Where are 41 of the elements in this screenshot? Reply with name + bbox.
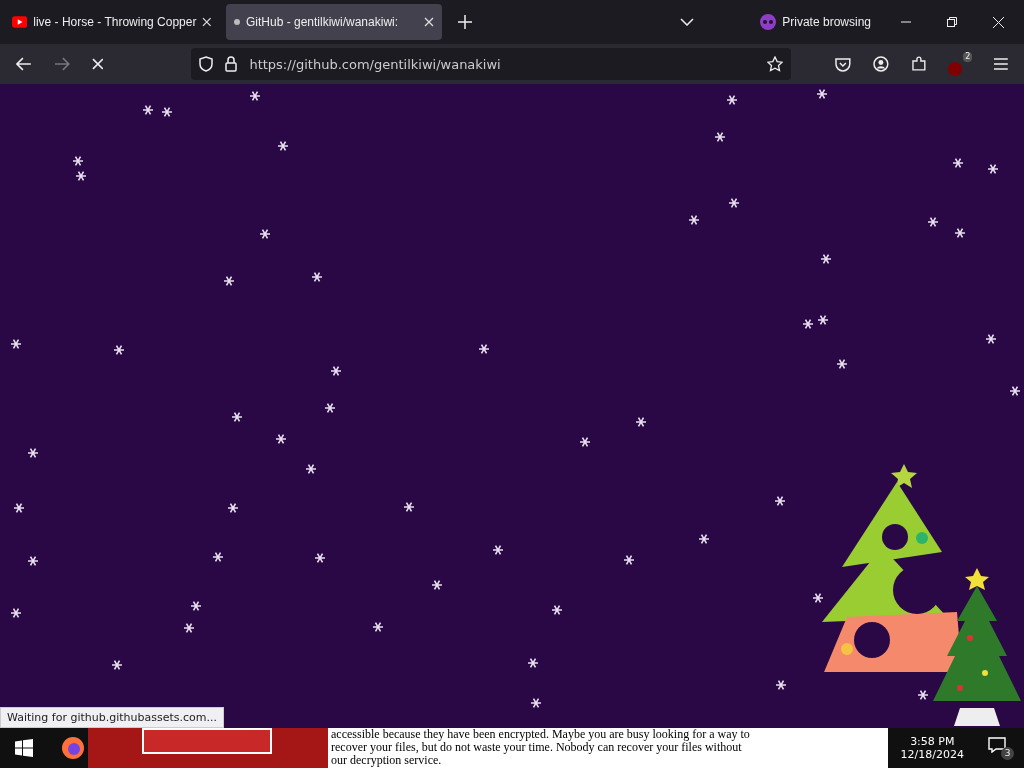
close-icon[interactable] — [424, 17, 434, 27]
close-icon[interactable] — [993, 16, 1004, 28]
new-tab-icon[interactable] — [458, 15, 472, 29]
star-icon[interactable] — [767, 56, 784, 72]
browser-tab[interactable]: live - Horse - Throwing Copper — [4, 4, 220, 40]
extension-badge: 2 — [963, 52, 973, 62]
back-arrow-icon[interactable] — [16, 57, 32, 71]
menu-icon[interactable] — [994, 58, 1008, 70]
stop-icon[interactable] — [91, 58, 104, 70]
browser-tab[interactable]: GitHub - gentilkiwi/wanakiwi: — [226, 4, 442, 40]
shield-icon — [199, 56, 214, 72]
browser-app-icon[interactable] — [61, 736, 85, 760]
extension-icon — [948, 62, 963, 76]
address-bar[interactable]: https://github.com/gentilkiwi/wanakiwi — [191, 48, 792, 80]
mask-icon — [760, 14, 777, 30]
puzzle-icon[interactable] — [910, 56, 927, 72]
status-text: Waiting for github.githubassets.com... — [0, 707, 224, 728]
speech-bubble-icon — [988, 736, 1006, 753]
loading-dot-icon — [234, 19, 240, 25]
extension-button[interactable]: 2 — [948, 52, 973, 76]
clock-date: 12/18/2024 — [900, 748, 964, 761]
clock-time: 3:58 PM — [910, 735, 955, 748]
windows-logo-icon[interactable] — [15, 739, 33, 757]
private-browsing-label: Private browsing — [782, 15, 871, 29]
message-line: accessible because they have been encrypted. Maybe you are busy looking for a way to — [331, 728, 750, 741]
pocket-icon[interactable] — [835, 56, 851, 72]
forward-arrow-icon[interactable] — [53, 57, 70, 71]
message-line: our decryption service. — [331, 754, 443, 767]
account-icon[interactable] — [872, 56, 889, 72]
notification-button[interactable]: 3 — [988, 736, 1014, 760]
tab-title: live - Horse - Throwing Copper — [33, 15, 197, 29]
notification-count: 3 — [1001, 746, 1014, 760]
tab-title: GitHub - gentilkiwi/wanakiwi: — [246, 15, 400, 29]
taskbar-clock[interactable]: 3:58 PM 12/18/2024 — [900, 735, 964, 761]
close-icon[interactable] — [202, 17, 212, 27]
play-logo-icon — [12, 16, 28, 28]
restore-icon[interactable] — [947, 17, 957, 27]
lock-icon — [225, 56, 238, 72]
url-text: https://github.com/gentilkiwi/wanakiwi — [249, 56, 502, 72]
message-line: recover your files, but do not waste your time. Nobody can recover your files without — [331, 741, 743, 754]
chevron-down-icon[interactable] — [680, 18, 695, 26]
